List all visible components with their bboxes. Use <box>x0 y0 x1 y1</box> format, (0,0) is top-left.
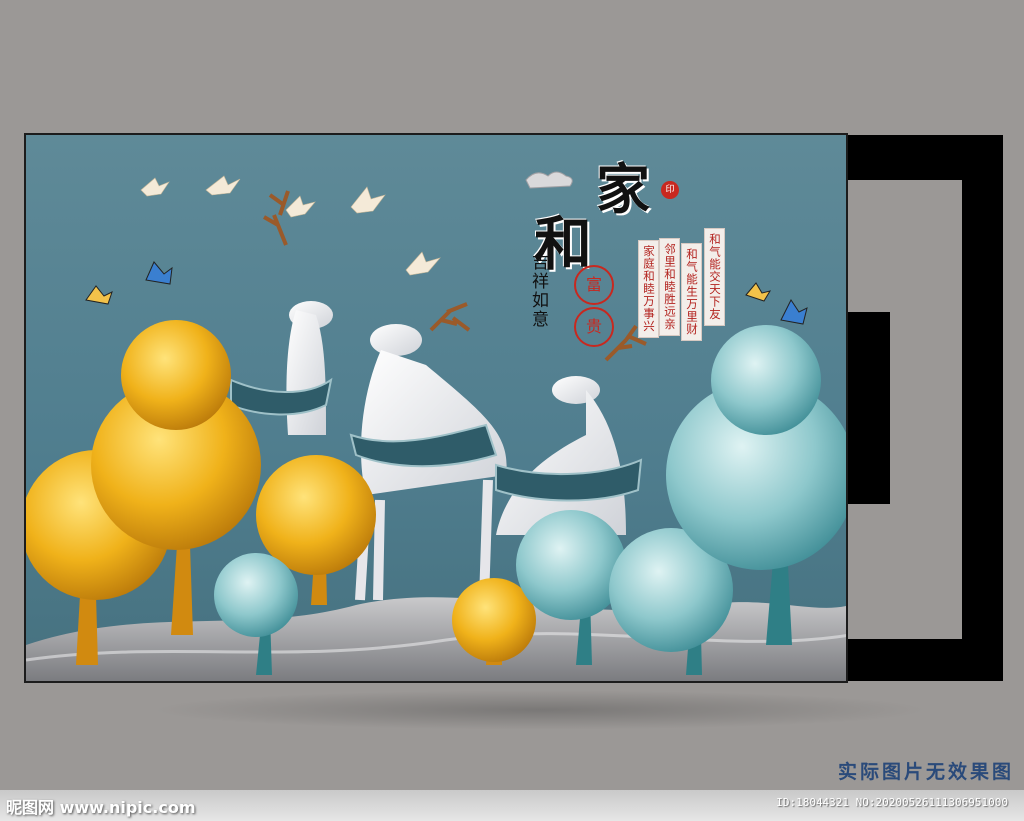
couplet-2: 和气能生万里财 <box>681 243 702 341</box>
circle-char-1: 富 <box>574 265 614 305</box>
couplet-4: 家庭和睦万事兴 <box>638 240 659 338</box>
red-seal: 印 <box>661 181 679 199</box>
mural-panel: 家 和 印 吉祥如意 富 贵 和气能交天下友 和气能生万里财 邻里和睦胜远亲 家… <box>24 133 848 683</box>
deer-right <box>495 324 647 535</box>
watermark-site: 昵图网 www.nipic.com <box>6 798 196 817</box>
caption-text: 实际图片无效果图 <box>837 761 1014 783</box>
title-char-1: 家 <box>596 157 650 221</box>
frame-back-tab <box>848 312 890 504</box>
couplet-3: 邻里和睦胜远亲 <box>659 238 680 336</box>
birds <box>140 175 441 276</box>
circle-char-2: 贵 <box>574 307 614 347</box>
watermark-id: ID:18044321 NO:20200526111306951000 <box>776 796 1008 809</box>
side-calligraphy: 吉祥如意 <box>528 253 548 329</box>
panel-shadow <box>150 690 930 730</box>
deer-middle <box>349 302 507 601</box>
cloud-ornament <box>525 171 573 189</box>
mural-illustration <box>26 171 846 681</box>
couplet-1: 和气能交天下友 <box>704 228 725 326</box>
deer-left <box>230 190 333 435</box>
